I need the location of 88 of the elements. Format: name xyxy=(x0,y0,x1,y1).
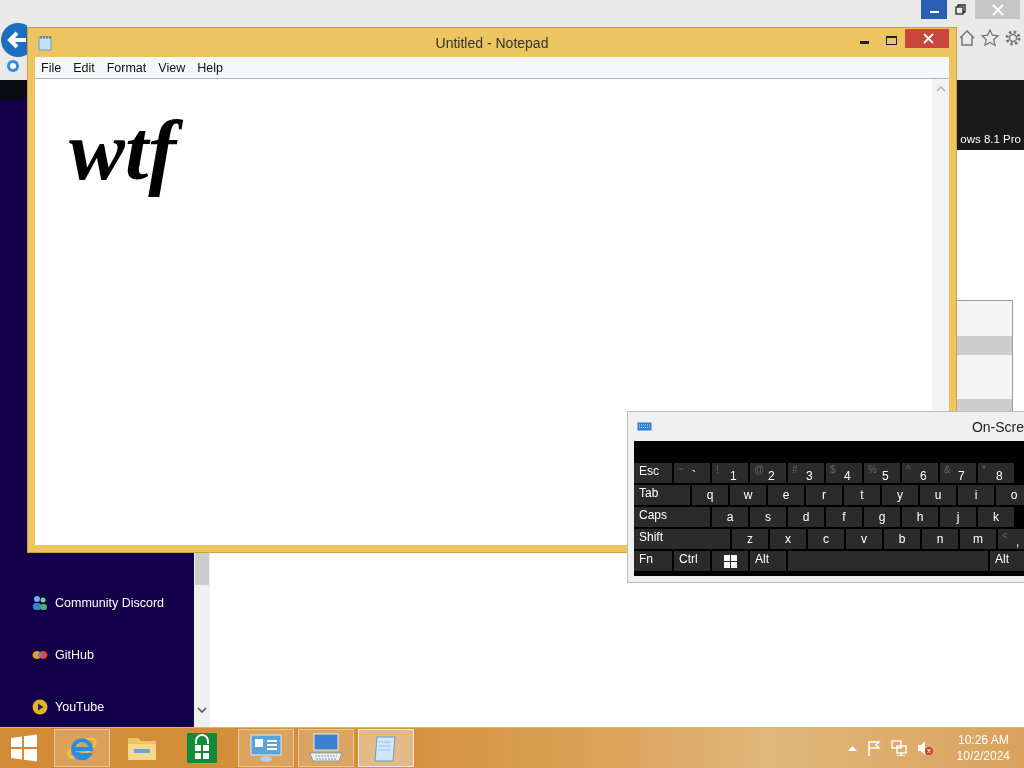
favorites-star-icon[interactable] xyxy=(981,29,999,47)
key[interactable]: w xyxy=(730,485,766,505)
key[interactable]: i xyxy=(958,485,994,505)
menu-item[interactable]: File xyxy=(35,60,68,75)
key[interactable]: g xyxy=(864,507,900,527)
close-icon xyxy=(991,3,1004,16)
chevron-up-icon[interactable] xyxy=(935,85,946,92)
start-button[interactable] xyxy=(10,734,38,762)
close-icon xyxy=(923,33,934,44)
key[interactable]: # 3 xyxy=(788,463,824,483)
window-title: Untitled - Notepad xyxy=(435,34,549,51)
key[interactable]: h xyxy=(902,507,938,527)
notepad-icon xyxy=(38,34,52,51)
sidebar-link[interactable]: Community Discord xyxy=(55,596,165,610)
keyboard-icon xyxy=(637,422,652,431)
banner-text: ows 8.1 Pro xyxy=(960,133,1021,145)
back-button[interactable] xyxy=(0,22,27,58)
clock-time: 10:26 AM xyxy=(957,732,1009,748)
key[interactable]: Alt xyxy=(990,551,1024,571)
close-button[interactable] xyxy=(905,29,949,48)
key[interactable]: x xyxy=(770,529,806,549)
key[interactable]: < , xyxy=(998,529,1024,549)
key[interactable]: y xyxy=(882,485,918,505)
menu-item[interactable]: Format xyxy=(100,60,153,75)
key[interactable]: Alt xyxy=(750,551,786,571)
globe-icon[interactable] xyxy=(6,59,20,73)
sidebar-link[interactable]: GitHub xyxy=(55,648,94,662)
caret-up-icon[interactable] xyxy=(847,745,857,751)
key[interactable]: e xyxy=(768,485,804,505)
home-icon[interactable] xyxy=(958,29,976,47)
control-panel-icon xyxy=(249,733,283,763)
key[interactable]: v xyxy=(846,529,882,549)
restore-icon xyxy=(955,3,967,16)
scrollbar[interactable] xyxy=(194,553,210,728)
shopping-bag-icon xyxy=(187,733,217,763)
key[interactable]: a xyxy=(712,507,748,527)
menu-item[interactable]: Edit xyxy=(67,60,101,75)
key[interactable]: s xyxy=(750,507,786,527)
key[interactable]: $ 4 xyxy=(826,463,862,483)
key[interactable]: Tab xyxy=(634,485,690,505)
window-title: On-Scre xyxy=(971,418,1024,435)
key[interactable]: ^ 6 xyxy=(902,463,938,483)
taskbar-button[interactable] xyxy=(238,729,294,767)
key[interactable]: Shift xyxy=(634,529,730,549)
key[interactable]: k xyxy=(978,507,1014,527)
key[interactable]: q xyxy=(692,485,728,505)
key[interactable]: Caps xyxy=(634,507,710,527)
key[interactable]: b xyxy=(884,529,920,549)
settings-icon[interactable] xyxy=(1004,29,1022,47)
people-icon xyxy=(32,595,48,611)
scrollbar-thumb[interactable] xyxy=(195,553,209,585)
taskbar-button[interactable] xyxy=(298,729,354,767)
chevron-down-icon[interactable] xyxy=(197,706,207,714)
key[interactable]: Fn xyxy=(634,551,672,571)
key[interactable]: * 8 xyxy=(978,463,1014,483)
key[interactable]: Esc xyxy=(634,463,672,483)
key[interactable]: ! 1 xyxy=(712,463,748,483)
key[interactable]: z xyxy=(732,529,768,549)
flag-icon[interactable] xyxy=(866,740,881,756)
key[interactable]: d xyxy=(788,507,824,527)
play-icon xyxy=(32,699,48,715)
taskbar-button[interactable] xyxy=(54,729,110,767)
taskbar-button[interactable] xyxy=(358,729,414,767)
key[interactable]: r xyxy=(806,485,842,505)
key[interactable]: j xyxy=(940,507,976,527)
sidebar-link[interactable]: YouTube xyxy=(55,700,105,714)
network-icon[interactable] xyxy=(890,740,907,756)
key[interactable]: @ 2 xyxy=(750,463,786,483)
key[interactable]: Ctrl xyxy=(674,551,710,571)
key[interactable]: & 7 xyxy=(940,463,976,483)
key[interactable]: u xyxy=(920,485,956,505)
key[interactable]: c xyxy=(808,529,844,549)
minimize-button[interactable] xyxy=(921,0,947,19)
muted-speaker-icon[interactable] xyxy=(916,740,933,756)
menu-item[interactable]: Help xyxy=(191,60,229,75)
clock-date: 10/2/2024 xyxy=(956,748,1010,764)
menu-item[interactable]: View xyxy=(152,60,192,75)
key[interactable]: o xyxy=(996,485,1024,505)
key[interactable]: t xyxy=(844,485,880,505)
keyboard-monitor-icon xyxy=(309,733,343,763)
key[interactable]: m xyxy=(960,529,996,549)
windows-logo-icon xyxy=(723,554,737,568)
key[interactable]: n xyxy=(922,529,958,549)
key[interactable]: % 5 xyxy=(864,463,900,483)
key[interactable]: ~ ` xyxy=(674,463,710,483)
windows-key[interactable] xyxy=(712,551,748,571)
key[interactable]: f xyxy=(826,507,862,527)
document-text: wtf xyxy=(67,101,187,202)
